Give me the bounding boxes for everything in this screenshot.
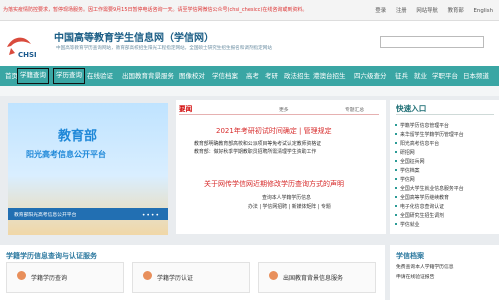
certificate-icon — [143, 271, 152, 280]
news-heading: 要闻 — [179, 105, 193, 113]
nav-conscription[interactable]: 征兵 — [395, 70, 408, 82]
globe-icon — [269, 271, 278, 280]
news-divider — [179, 114, 379, 115]
nav-degree-query[interactable]: 学历查询 — [53, 68, 85, 84]
overseas-service-card[interactable]: 出国教育背景信息服务 — [258, 262, 376, 293]
news-topic-link[interactable]: 专题汇总 — [345, 106, 364, 113]
logo-text: CHSI — [18, 51, 37, 59]
degree-query-card[interactable]: 学籍学历查询 — [6, 262, 124, 293]
news-item[interactable]: 办法 | 学信网招聘 | 新媒体矩阵 | 专题 — [248, 203, 331, 210]
quick-link[interactable]: 学信档案 — [395, 167, 420, 174]
student-archive-panel: 学信档案 免费查询本人学籍学历信息 申请在线验证报告 — [390, 245, 499, 300]
news-more-link[interactable]: 更多 — [279, 106, 289, 113]
quick-link[interactable]: 阳光高考信息平台 — [394, 140, 439, 147]
register-link[interactable]: 注册 — [396, 8, 407, 14]
nav-law-enrollment[interactable]: 政法招生 — [284, 70, 310, 82]
quick-link[interactable]: 学籍学历信息管理平台 — [395, 122, 449, 129]
nav-student-archive[interactable]: 学信档案 — [212, 70, 238, 82]
notice-text: 为落实疫情防控要求，暂停现场服务。因工作需要9月15日暂停电话咨询一天。请至学信… — [3, 7, 308, 13]
nav-gaokao[interactable]: 高考 — [246, 70, 259, 82]
moe-link[interactable]: 教育部 — [448, 8, 464, 14]
banner-title: 教育部 — [58, 129, 98, 144]
banner-caption: 教育部阳光高考信息公开平台 — [14, 213, 77, 218]
search-input[interactable] — [380, 36, 484, 48]
quick-link[interactable]: 学信就业 — [395, 221, 420, 228]
banner-carousel[interactable]: 教育部 阳光高考信息公开平台 教育部阳光高考信息公开平台 •••• — [8, 103, 168, 235]
sub-strip — [0, 86, 499, 96]
nav-online-verification[interactable]: 在线验证 — [87, 70, 113, 82]
news-headline[interactable]: 2021年考研初试时间确定 | 管理规定 — [216, 126, 332, 136]
site-nav-link[interactable]: 网站导航 — [416, 8, 438, 14]
degree-cert-card[interactable]: 学籍学历认证 — [132, 262, 250, 293]
news-item[interactable]: 查询本人学籍学历信息 — [262, 194, 311, 201]
degree-cert-label: 学籍学历认证 — [157, 275, 194, 282]
nav-image-check[interactable]: 图像校对 — [179, 70, 205, 82]
quick-link[interactable]: 全国高等学历继续教育 — [395, 194, 449, 201]
site-subtitle: 中国高等教育学历查询网站，教育部高校招生阳光工程指定网站，全国硕士研究生招生报名… — [56, 46, 272, 51]
nav-overseas-service[interactable]: 出国教育背景服务 — [122, 70, 174, 82]
quick-link[interactable]: 全国研究生招生调剂 — [394, 212, 444, 219]
quick-access-divider — [396, 114, 494, 115]
main-nav: 首页 学籍查询 学历查询 在线验证 出国教育背景服务 图像校对 学信档案 高考 … — [0, 66, 499, 86]
quick-link[interactable]: 研招网 — [395, 149, 415, 156]
quick-link[interactable]: 电子化信息查询认证 — [394, 203, 444, 210]
degree-service-panel: 学籍学历信息查询与认证服务 学籍学历查询 学籍学历认证 出国教育背景信息服务 — [0, 245, 385, 300]
search-icon — [17, 271, 26, 280]
quick-link[interactable]: 全国大学生就业信息服务平台 — [395, 185, 464, 192]
quick-link[interactable]: 学信网 — [395, 176, 415, 183]
degree-query-label: 学籍学历查询 — [31, 275, 68, 282]
nav-student-status[interactable]: 学籍查询 — [17, 68, 49, 84]
archive-link[interactable]: 申请在线验证报告 — [396, 273, 434, 280]
login-link[interactable]: 登录 — [375, 8, 386, 14]
nav-career-platform[interactable]: 学职平台 — [432, 70, 458, 82]
nav-hk-macau-taiwan[interactable]: 港澳台招生 — [313, 70, 346, 82]
english-link[interactable]: English — [474, 8, 493, 14]
news-headline[interactable]: 关于网传学信网近期修改学历查询方式的声明 — [204, 179, 344, 189]
carousel-dots[interactable]: •••• — [142, 212, 160, 219]
nav-employment[interactable]: 就业 — [414, 70, 427, 82]
banner-subtitle: 阳光高考信息公开平台 — [26, 150, 106, 159]
news-panel: 要闻 更多 专题汇总 2021年考研初试时间确定 | 管理规定 教育部明确教育部… — [176, 100, 386, 234]
nav-kaoyan[interactable]: 考研 — [265, 70, 278, 82]
overseas-service-label: 出国教育背景信息服务 — [283, 275, 344, 282]
chsi-logo: CHSI — [7, 37, 37, 59]
quick-link[interactable]: 全国征兵网 — [394, 158, 424, 165]
nav-japan-channel[interactable]: 日本频道 — [463, 70, 489, 82]
site-title: 中国高等教育学生信息网（学信网） — [54, 33, 214, 44]
news-item[interactable]: 教育部明确教育部高校和公派项目等免考试认定教师资格证 — [194, 140, 321, 147]
student-archive-title: 学信档案 — [396, 252, 424, 260]
quick-access-title: 快速入口 — [396, 104, 427, 113]
news-item[interactable]: 教育部：做好秋季学期教职员招聘所需清理学生资助工作 — [194, 148, 316, 155]
nav-cet-score[interactable]: 四六级查分 — [354, 70, 387, 82]
notice-bar: 为落实疫情防控要求，暂停现场服务。因工作需要9月15日暂停电话咨询一天。请至学信… — [0, 0, 499, 21]
quick-link[interactable]: 来华留学生学籍学历管理平台 — [395, 131, 464, 138]
quick-access-panel: 快速入口 学籍学历信息管理平台 来华留学生学籍学历管理平台 阳光高考信息平台 研… — [390, 100, 499, 234]
degree-service-title: 学籍学历信息查询与认证服务 — [6, 252, 97, 260]
archive-link[interactable]: 免费查询本人学籍学历信息 — [396, 263, 454, 270]
top-links: 登录 注册 网站导航 教育部 English — [367, 6, 493, 14]
site-header: CHSI 中国高等教育学生信息网（学信网） 中国高等教育学历查询网站，教育部高校… — [0, 21, 499, 66]
